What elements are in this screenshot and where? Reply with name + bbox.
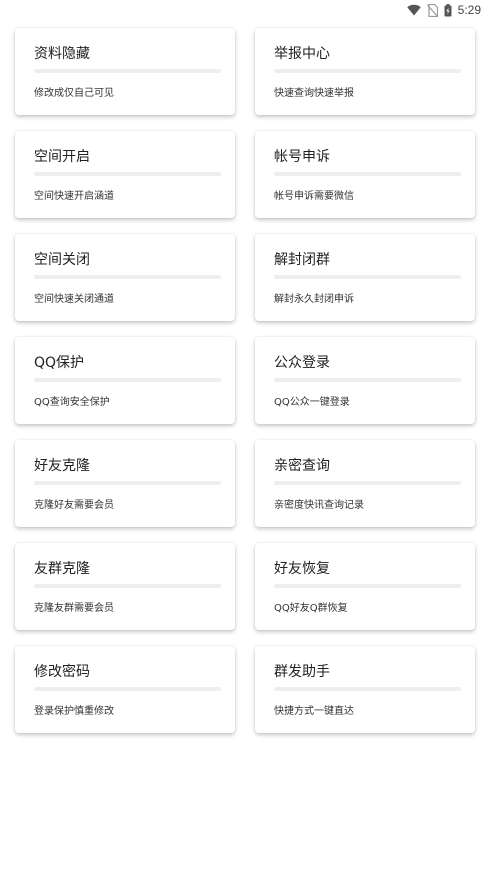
card-description: QQ查询安全保护 [34, 397, 110, 408]
card-title: 公众登录 [274, 355, 330, 371]
battery-icon [444, 3, 452, 17]
feature-card[interactable]: 举报中心快速查询快速举报 [255, 28, 475, 115]
card-description: QQ好友Q群恢复 [274, 603, 348, 614]
card-description: 亲密度快讯查询记录 [274, 500, 364, 511]
card-description: 快捷方式一键直达 [274, 706, 354, 717]
status-bar: 5:29 [0, 0, 489, 20]
card-divider [274, 481, 461, 485]
card-description: 快速查询快速举报 [274, 88, 354, 99]
card-title: 好友克隆 [34, 458, 90, 474]
card-title: 修改密码 [34, 664, 90, 680]
card-title: 举报中心 [274, 46, 330, 62]
card-title: 空间关闭 [34, 252, 90, 268]
card-divider [274, 378, 461, 382]
status-time: 5:29 [457, 3, 481, 17]
card-description: 修改成仅自己可见 [34, 88, 114, 99]
feature-card[interactable]: 好友克隆克隆好友需要会员 [15, 440, 235, 527]
feature-card[interactable]: 空间关闭空间快速关闭通道 [15, 234, 235, 321]
card-divider [34, 172, 221, 176]
card-divider [274, 69, 461, 73]
card-divider [34, 69, 221, 73]
feature-card[interactable]: 友群克隆克隆友群需要会员 [15, 543, 235, 630]
card-title: 空间开启 [34, 149, 90, 165]
feature-card[interactable]: QQ保护 QQ查询安全保护 [15, 337, 235, 424]
card-divider [274, 687, 461, 691]
card-title: 解封闭群 [274, 252, 330, 268]
feature-card[interactable]: 空间开启空间快速开启涵道 [15, 131, 235, 218]
feature-card[interactable]: 公众登录 QQ公众一键登录 [255, 337, 475, 424]
feature-grid: 资料隐藏 修改成仅自己可见 举报中心 快速查询快速举报 空间开启 空间快速开启涵道 帐号申诉… [15, 28, 475, 733]
card-title: 群发助手 [274, 664, 330, 680]
card-description: 解封永久封闭申诉 [274, 294, 354, 305]
feature-card[interactable]: 资料隐藏修改成仅自己可见 [15, 28, 235, 115]
card-description: 帐号申诉需要微信 [274, 191, 354, 202]
card-divider [34, 275, 221, 279]
card-description: 空间快速开启涵道 [34, 191, 114, 202]
feature-card[interactable]: 群发助手快捷方式一键直达 [255, 646, 475, 733]
no-sim-icon [426, 3, 438, 17]
card-divider [274, 275, 461, 279]
card-title: QQ保护 [34, 355, 85, 371]
card-title: 帐号申诉 [274, 149, 330, 165]
card-divider [274, 172, 461, 176]
card-divider [34, 584, 221, 588]
card-divider [34, 378, 221, 382]
card-title: 资料隐藏 [34, 46, 90, 62]
card-description: 克隆友群需要会员 [34, 603, 114, 614]
feature-card[interactable]: 好友恢复 QQ好友Q群恢复 [255, 543, 475, 630]
card-divider [274, 584, 461, 588]
wifi-icon [406, 4, 421, 16]
card-title: 好友恢复 [274, 561, 330, 577]
card-description: 克隆好友需要会员 [34, 500, 114, 511]
card-description: QQ公众一键登录 [274, 397, 350, 408]
feature-card[interactable]: 帐号申诉帐号申诉需要微信 [255, 131, 475, 218]
card-divider [34, 687, 221, 691]
feature-card[interactable]: 解封闭群解封永久封闭申诉 [255, 234, 475, 321]
card-title: 友群克隆 [34, 561, 90, 577]
feature-card[interactable]: 亲密查询亲密度快讯查询记录 [255, 440, 475, 527]
card-divider [34, 481, 221, 485]
card-description: 空间快速关闭通道 [34, 294, 114, 305]
card-title: 亲密查询 [274, 458, 330, 474]
feature-card[interactable]: 修改密码登录保护慎重修改 [15, 646, 235, 733]
card-description: 登录保护慎重修改 [34, 706, 114, 717]
